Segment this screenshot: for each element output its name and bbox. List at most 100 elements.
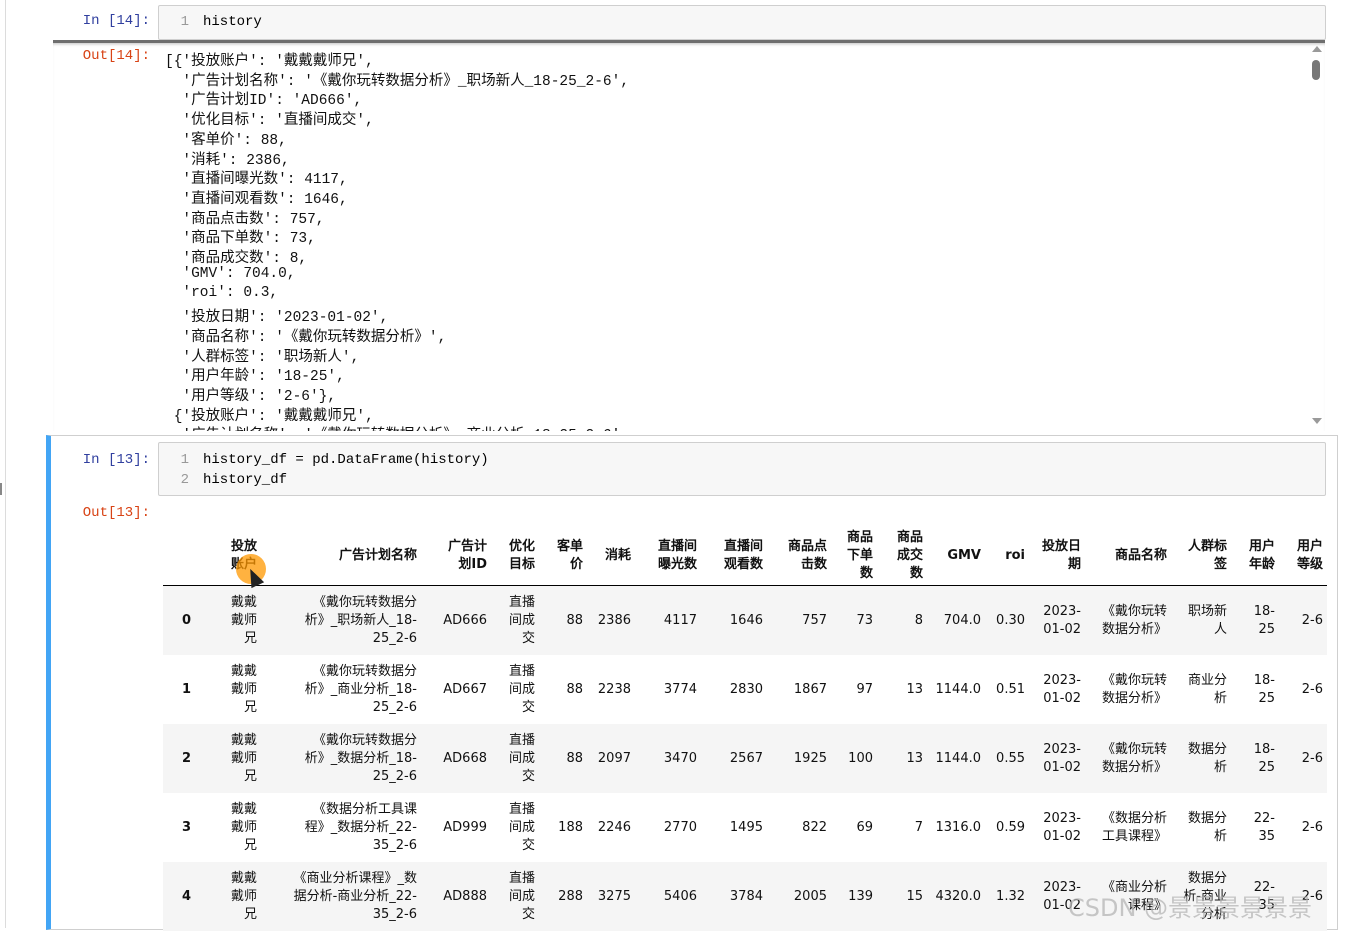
table-cell: 戴戴 戴师 兄 [195,585,261,655]
line-number: 1 [180,14,189,30]
table-cell: 2386 [587,585,635,655]
column-header[interactable]: 消耗 [587,527,635,586]
table-cell: 1144.0 [935,681,982,697]
table-cell: 8 [877,585,927,655]
table-cell: 4117 [635,585,701,655]
output-line: '直播间曝光数': 4117, [165,172,348,189]
output-line: '商品成交数': 8, [165,251,308,267]
table-cell: 《商业分析课程》_数 据分析-商业分析_22- 35_2-6 [261,862,421,931]
table-cell: 97 [856,681,873,697]
table-cell: 2097 [587,724,635,793]
row-index: 1 [181,681,191,697]
dataframe-table: 投放 账户广告计划名称广告计 划ID优化 目标客单 价消耗直播间 曝光数直播间 … [163,527,1327,931]
table-cell: 2023- 01-02 [1043,810,1081,844]
cell13-code-input[interactable]: 1 2 history_df = pd.DataFrame(history) h… [158,442,1326,496]
table-cell: 88 [566,681,583,697]
table-cell: 戴戴 戴师 兄 [230,663,257,715]
table-cell: 822 [802,819,827,835]
table-cell: 戴戴 戴师 兄 [195,862,261,931]
output-line: '用户等级': '2-6'}, [165,388,337,405]
table-cell: 2567 [701,724,767,793]
table-cell: 757 [767,585,831,655]
table-cell: 5406 [635,862,701,931]
line-number: 1 [180,452,189,468]
watermark: CSDN @景景景景景景 [1068,894,1313,922]
table-cell: AD888 [421,862,491,931]
code-line: history_df [203,472,288,488]
table-cell: 1925 [767,724,831,793]
table-cell: 88 [539,724,587,793]
output-scrollbar[interactable] [1310,44,1322,426]
collapse-handle[interactable] [0,483,2,495]
row-index: 2 [163,724,195,793]
scroll-thumb[interactable] [1312,60,1320,80]
output-line: {'投放账户': '戴戴戴师兄', [165,408,374,425]
cell14-in-prompt: In [14]: [82,13,150,29]
table-cell: 2-6 [1279,585,1327,655]
table-cell: AD666 [421,585,491,655]
table-row: 1 戴戴 戴师 兄 《戴你玩转数据分 析》_商业分析_18- 25_2-6 AD667… [163,655,1327,724]
table-cell: 2830 [729,681,763,697]
column-header[interactable]: 人群标 签 [1171,527,1231,586]
column-header[interactable]: 用户 等级 [1279,527,1327,586]
index-header [163,527,195,586]
column-header[interactable]: 商品名称 [1085,527,1171,586]
table-cell: 直播 间成 交 [491,862,539,931]
table-cell: 《戴你玩转数据分 析》_数据分析_18- 25_2-6 [261,724,421,793]
output-line: '商品名称': '《戴你玩转数据分析》', [165,329,447,346]
table-cell: 直播 间成 交 [491,724,539,793]
table-cell: 0.59 [996,819,1025,835]
table-cell: 18- 25 [1231,724,1279,793]
table-cell: 22- 35 [1253,810,1275,844]
table-cell: 数据分 析 [1187,810,1227,844]
output-line: '广告计划ID': 'AD666', [165,93,363,110]
table-cell: 《戴你玩转 数据分析》 [1101,672,1167,706]
row-index: 3 [181,819,191,835]
table-cell: 13 [906,681,923,697]
column-header[interactable]: 直播间 曝光数 [635,527,701,586]
table-cell: 0.51 [996,681,1025,697]
notebook-left-rule [5,0,6,928]
column-header[interactable]: 商品 成交 数 [877,527,927,586]
table-cell: 数据分 析 [1171,724,1231,793]
table-cell: 2023- 01-02 [1029,585,1085,655]
table-cell: 1316.0 [935,819,982,835]
column-header[interactable]: 商品点 击数 [767,527,831,586]
output-line: '投放日期': '2023-01-02', [165,310,389,327]
column-header[interactable]: 商品 下单 数 [831,527,877,586]
table-row: 2 戴戴 戴师 兄《戴你玩转数据分 析》_数据分析_18- 25_2-6 AD668… [163,724,1327,793]
column-header[interactable]: 优化 目标 [491,527,539,586]
table-cell: 《数据分析 工具课程》 [1101,810,1167,844]
table-cell: 3275 [587,862,635,931]
table-cell: 2023- 01-02 [1043,672,1081,706]
table-cell: 88 [539,585,587,655]
table-cell: 《数据分析工具课 程》_数据分析_22- 35_2-6 [304,801,417,853]
cell14-code-input[interactable]: 1 history [158,5,1326,40]
column-header[interactable]: 直播间 观看数 [701,527,767,586]
table-cell: 2238 [597,681,631,697]
scroll-down-arrow-icon[interactable] [1312,418,1322,424]
table-cell: 7 [914,819,923,835]
table-cell: 704.0 [927,585,985,655]
table-cell: 直播 间成 交 [508,801,535,853]
column-header[interactable]: roi [985,527,1029,586]
column-header[interactable]: 广告计 划ID [421,527,491,586]
table-cell: AD999 [443,819,487,835]
table-cell: 2770 [663,819,697,835]
line-number: 2 [180,472,189,488]
scroll-up-arrow-icon[interactable] [1312,46,1322,52]
table-cell: 《戴你玩转 数据分析》 [1085,724,1171,793]
table-cell: 100 [831,724,877,793]
column-header[interactable]: 投放日 期 [1029,527,1085,586]
output-line: '人群标签': '职场新人', [165,349,360,366]
column-header[interactable]: GMV [927,527,985,586]
table-row: 0 戴戴 戴师 兄《戴你玩转数据分 析》_职场新人_18- 25_2-6 AD666… [163,585,1327,655]
column-header[interactable]: 广告计划名称 [261,527,421,586]
cell14-output-scroll-area[interactable]: [{'投放账户': '戴戴戴师兄', '广告计划名称': '《戴你玩转数据分析》… [53,40,1325,431]
column-header[interactable]: 用户 年龄 [1231,527,1279,586]
table-cell: 73 [831,585,877,655]
output-line: 'roi': 0.3, [165,285,279,302]
cell13-out-prompt: Out[13]: [82,505,150,521]
table-cell: 直播 间成 交 [491,585,539,655]
column-header[interactable]: 客单 价 [539,527,587,586]
